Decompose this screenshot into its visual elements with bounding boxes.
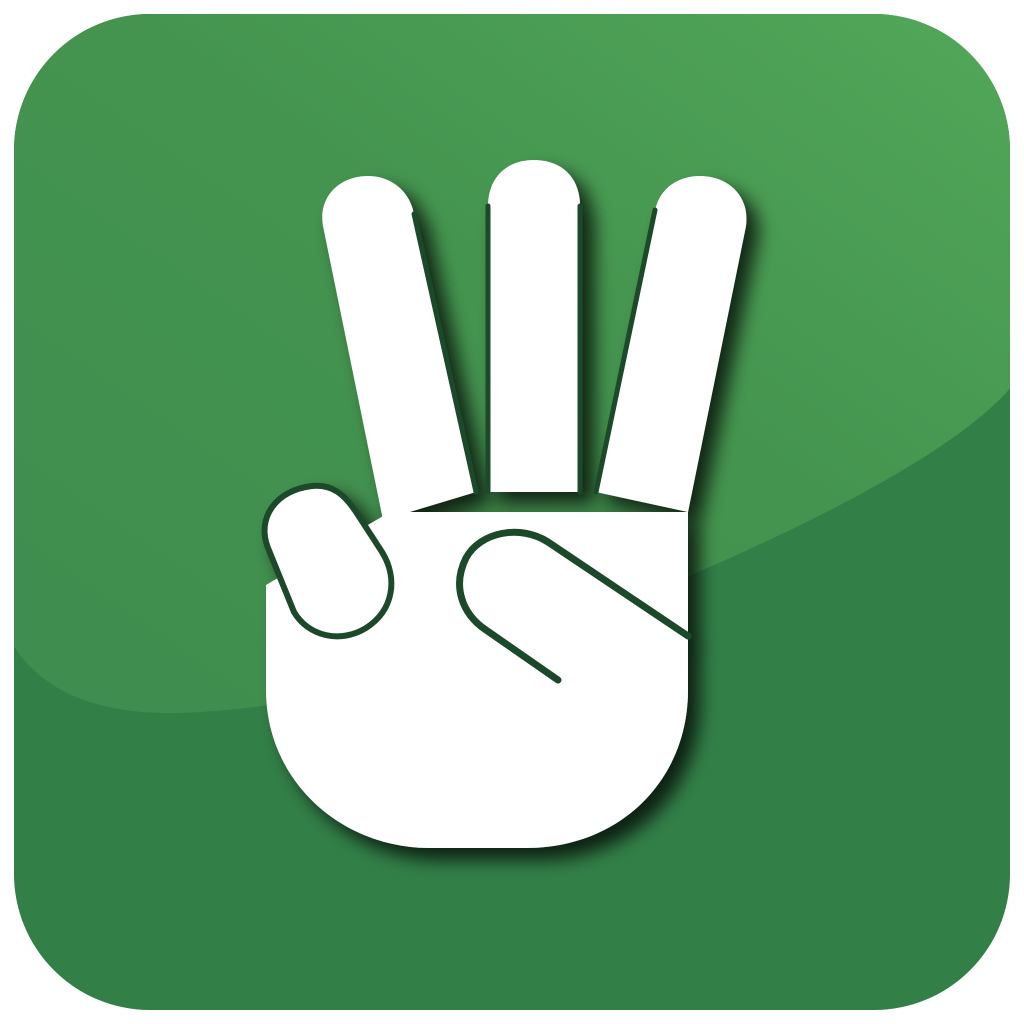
middle-finger [488, 160, 580, 492]
app-icon[interactable] [0, 0, 1024, 1024]
